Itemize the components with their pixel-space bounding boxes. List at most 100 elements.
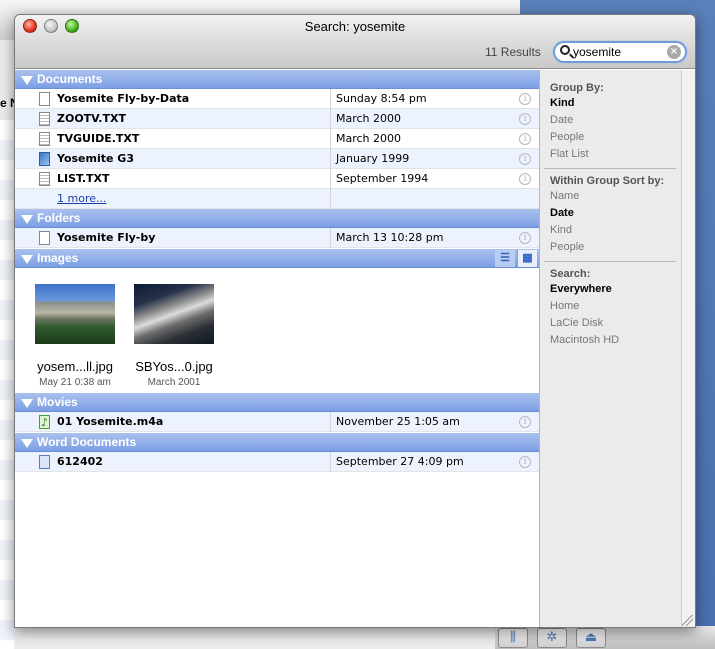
group-header-word-documents[interactable]: Word Documents <box>15 433 539 452</box>
search-scope-lacie-disk[interactable]: LaCie Disk <box>550 317 603 329</box>
table-row[interactable]: 612402 September 27 4:09 pm i <box>15 452 539 472</box>
column-divider <box>330 189 331 209</box>
info-icon[interactable]: i <box>519 113 531 125</box>
resize-grip-icon[interactable] <box>682 615 693 626</box>
disclosure-triangle-icon[interactable] <box>21 255 33 264</box>
file-name: 612402 <box>57 455 103 468</box>
grid-view-icon[interactable]: ▦ <box>517 250 537 267</box>
column-divider <box>330 228 331 248</box>
group-label: Images <box>37 251 79 265</box>
image-name: SBYos...0.jpg <box>135 359 213 374</box>
file-name: 01 Yosemite.m4a <box>57 415 164 428</box>
file-name: Yosemite Fly-by-Data <box>57 92 190 105</box>
file-name: TVGUIDE.TXT <box>57 132 140 145</box>
scrollbar[interactable] <box>681 70 695 627</box>
file-date: March 2000 <box>336 112 402 125</box>
image-date: March 2001 <box>147 377 201 388</box>
table-row[interactable]: Yosemite G3 January 1999 i <box>15 149 539 169</box>
disclosure-triangle-icon[interactable] <box>21 399 33 408</box>
adjust-icon[interactable]: ⫼ <box>498 628 528 648</box>
info-icon[interactable]: i <box>519 232 531 244</box>
document-icon <box>39 92 50 106</box>
sort-by-option-date[interactable]: Date <box>550 207 574 219</box>
background-list <box>0 120 14 649</box>
column-divider <box>330 129 331 149</box>
search-scope-heading: Search: <box>550 268 591 280</box>
disclosure-triangle-icon[interactable] <box>21 76 33 85</box>
image-thumbnail[interactable] <box>35 284 115 344</box>
audio-file-icon <box>39 413 50 432</box>
search-input[interactable] <box>573 44 665 60</box>
info-icon[interactable]: i <box>519 173 531 185</box>
file-date: January 1999 <box>336 152 410 165</box>
search-field[interactable]: × <box>553 41 687 63</box>
list-view-icon[interactable]: ☰ <box>495 250 515 267</box>
group-header-documents[interactable]: Documents <box>15 70 539 89</box>
text-file-icon <box>39 132 50 146</box>
clear-icon[interactable]: × <box>667 45 681 59</box>
group-label: Folders <box>37 211 81 225</box>
application-icon <box>39 152 50 166</box>
column-divider <box>330 149 331 169</box>
table-row[interactable]: 01 Yosemite.m4a November 25 1:05 am i <box>15 412 539 432</box>
table-row[interactable]: Yosemite Fly-by March 13 10:28 pm i <box>15 228 539 248</box>
results-count: 11 Results <box>485 45 541 59</box>
group-label: Movies <box>37 395 78 409</box>
group-by-option-date[interactable]: Date <box>550 114 573 126</box>
text-file-icon <box>39 112 50 126</box>
sort-by-heading: Within Group Sort by: <box>550 175 665 187</box>
info-icon[interactable]: i <box>519 93 531 105</box>
table-row[interactable]: Yosemite Fly-by-Data Sunday 8:54 pm i <box>15 89 539 109</box>
column-divider <box>330 109 331 129</box>
results-list: Documents Yosemite Fly-by-Data Sunday 8:… <box>15 70 539 627</box>
table-row[interactable]: LIST.TXT September 1994 i <box>15 169 539 189</box>
group-label: Documents <box>37 72 103 86</box>
search-scope-macintosh-hd[interactable]: Macintosh HD <box>550 334 619 346</box>
group-header-movies[interactable]: Movies <box>15 393 539 412</box>
search-scope-home[interactable]: Home <box>550 300 579 312</box>
group-by-option-kind[interactable]: Kind <box>550 97 574 109</box>
eject-icon[interactable]: ⏏ <box>576 628 606 648</box>
file-date: March 2000 <box>336 132 402 145</box>
more-results-link[interactable]: 1 more... <box>57 189 106 208</box>
table-row[interactable]: ZOOTV.TXT March 2000 i <box>15 109 539 129</box>
gear-icon[interactable]: ✲ <box>537 628 567 648</box>
disclosure-triangle-icon[interactable] <box>21 439 33 448</box>
group-by-option-flat-list[interactable]: Flat List <box>550 148 589 160</box>
search-window: Search: yosemite 11 Results × Documents … <box>14 14 696 628</box>
column-divider <box>330 452 331 472</box>
file-date: March 13 10:28 pm <box>336 231 444 244</box>
document-icon <box>39 231 50 245</box>
group-label: Word Documents <box>37 435 137 449</box>
disclosure-triangle-icon[interactable] <box>21 215 33 224</box>
divider <box>544 168 676 169</box>
info-icon[interactable]: i <box>519 133 531 145</box>
info-icon[interactable]: i <box>519 153 531 165</box>
more-results-row: 1 more... <box>15 189 539 209</box>
sidebar-options-panel: Group By: Kind Date People Flat List Wit… <box>539 70 695 627</box>
group-by-option-people[interactable]: People <box>550 131 584 143</box>
column-divider <box>330 169 331 189</box>
view-mode-buttons: ☰ ▦ <box>495 249 539 268</box>
column-divider <box>330 89 331 109</box>
image-name: yosem...ll.jpg <box>37 359 113 374</box>
window-titlebar: Search: yosemite 11 Results × <box>15 15 695 69</box>
table-row[interactable]: TVGUIDE.TXT March 2000 i <box>15 129 539 149</box>
group-by-heading: Group By: <box>550 82 604 94</box>
search-scope-everywhere[interactable]: Everywhere <box>550 283 612 295</box>
sort-by-option-name[interactable]: Name <box>550 190 579 202</box>
sort-by-option-people[interactable]: People <box>550 241 584 253</box>
sort-by-option-kind[interactable]: Kind <box>550 224 572 236</box>
info-icon[interactable]: i <box>519 416 531 428</box>
file-date: September 27 4:09 pm <box>336 455 464 468</box>
window-title: Search: yosemite <box>304 19 406 34</box>
divider <box>544 261 676 262</box>
word-document-icon <box>39 455 50 469</box>
group-header-folders[interactable]: Folders <box>15 209 539 228</box>
image-date: May 21 0:38 am <box>39 377 111 388</box>
image-thumbnail[interactable] <box>134 284 214 344</box>
info-icon[interactable]: i <box>519 456 531 468</box>
search-icon <box>560 45 570 55</box>
group-header-images[interactable]: Images ☰ ▦ <box>15 249 539 268</box>
file-date: Sunday 8:54 pm <box>336 92 427 105</box>
